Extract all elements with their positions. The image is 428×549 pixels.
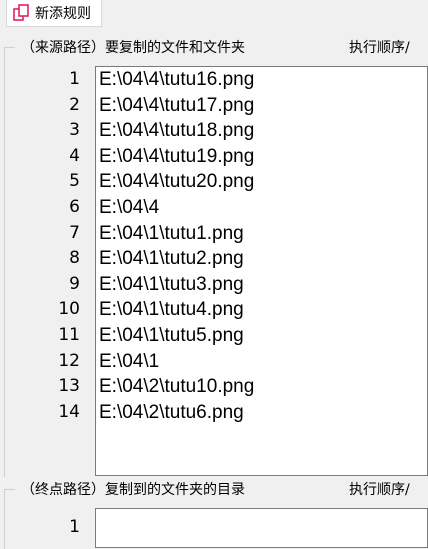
- line-number: 9: [69, 273, 80, 294]
- line-number: 4: [69, 145, 80, 166]
- source-path-line: E:\04\4\tutu18.png: [99, 120, 255, 142]
- source-group-header: （来源路径）要复制的文件和文件夹 执行顺序/: [15, 37, 428, 57]
- tab-new-rule[interactable]: 新添规则: [6, 0, 102, 27]
- source-path-line: E:\04\1\tutu3.png: [99, 273, 244, 295]
- line-number: 14: [58, 401, 80, 422]
- source-path-line: E:\04\1\tutu5.png: [99, 324, 244, 346]
- source-group-title: （来源路径）要复制的文件和文件夹: [21, 40, 245, 56]
- source-execution-order-label: 执行顺序/: [349, 40, 410, 56]
- source-path-line: E:\04\4\tutu20.png: [99, 171, 255, 193]
- line-number: 11: [58, 324, 80, 345]
- source-line-numbers: 1 2 3 4 5 6 7 8 9 10 11 12 13 14: [35, 67, 80, 475]
- destination-line-numbers: 1: [35, 515, 80, 545]
- copy-files-icon: [13, 4, 31, 22]
- source-path-line: E:\04\4: [99, 196, 160, 218]
- source-path-line: E:\04\4\tutu16.png: [99, 69, 255, 90]
- source-path-line: E:\04\1\tutu2.png: [99, 248, 244, 270]
- line-number: 12: [58, 350, 80, 371]
- line-number: 10: [58, 299, 80, 320]
- line-number: 2: [69, 94, 80, 115]
- line-number: 5: [69, 171, 80, 192]
- destination-group-title: （终点路径）复制到的文件夹的目录: [21, 482, 245, 498]
- destination-execution-order-label: 执行顺序/: [349, 482, 410, 498]
- source-path-line: E:\04\2\tutu6.png: [99, 401, 244, 423]
- source-path-line: E:\04\1\tutu1.png: [99, 222, 244, 244]
- source-path-line: E:\04\1: [99, 350, 160, 372]
- line-number: 8: [69, 248, 80, 269]
- source-path-line: E:\04\1\tutu4.png: [99, 299, 244, 321]
- line-number: 3: [69, 120, 80, 141]
- source-path-line: E:\04\4\tutu19.png: [99, 145, 255, 167]
- line-number: 6: [69, 196, 80, 217]
- line-number: 1: [69, 517, 80, 537]
- tab-label: 新添规则: [35, 6, 91, 22]
- source-paths-textarea[interactable]: E:\04\4\tutu16.png E:\04\4\tutu17.png E:\0…: [95, 66, 428, 476]
- line-number: 13: [58, 376, 80, 397]
- tab-bar: 新添规则: [0, 0, 428, 27]
- destination-path-textarea[interactable]: [95, 508, 428, 548]
- source-path-line: E:\04\2\tutu10.png: [99, 376, 255, 398]
- line-number: 7: [69, 222, 80, 243]
- source-path-line: E:\04\4\tutu17.png: [99, 94, 255, 116]
- line-number: 1: [69, 69, 80, 89]
- destination-group-header: （终点路径）复制到的文件夹的目录 执行顺序/: [15, 479, 428, 499]
